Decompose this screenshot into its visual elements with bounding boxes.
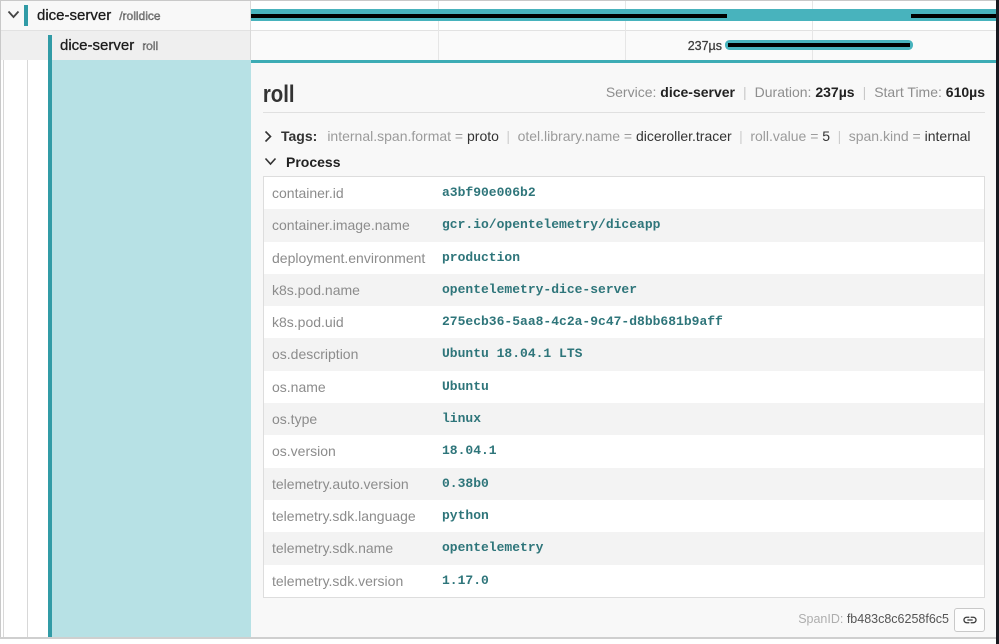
svg-text:roll: roll [263,81,295,107]
